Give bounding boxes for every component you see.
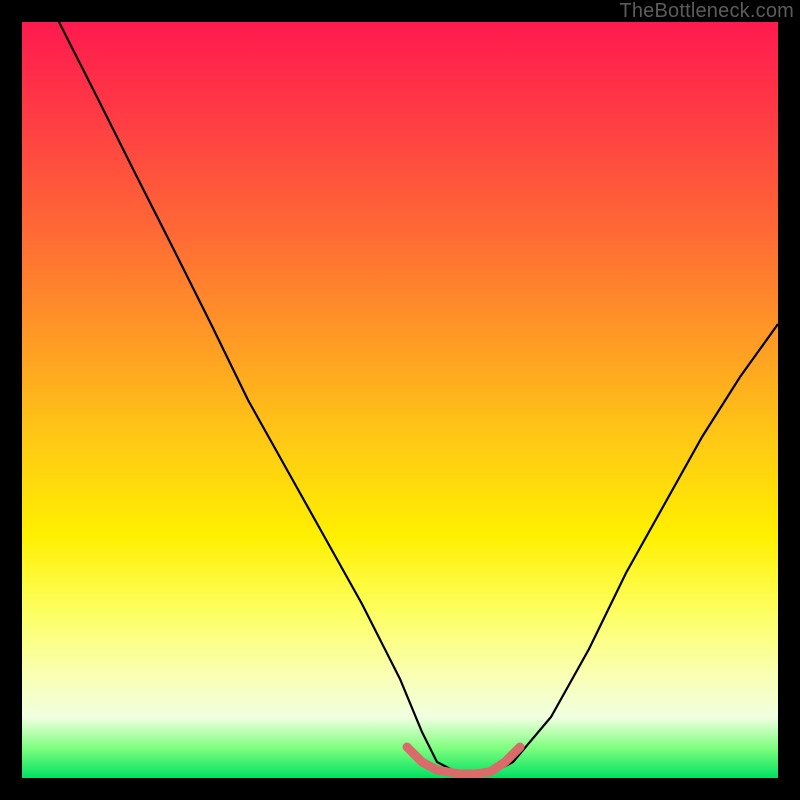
chart-svg bbox=[22, 22, 778, 778]
bottleneck-curve-line bbox=[59, 22, 778, 774]
optimal-zone-highlight-line bbox=[407, 747, 520, 774]
chart-plot-area bbox=[22, 22, 778, 778]
watermark-text: TheBottleneck.com bbox=[619, 0, 794, 23]
